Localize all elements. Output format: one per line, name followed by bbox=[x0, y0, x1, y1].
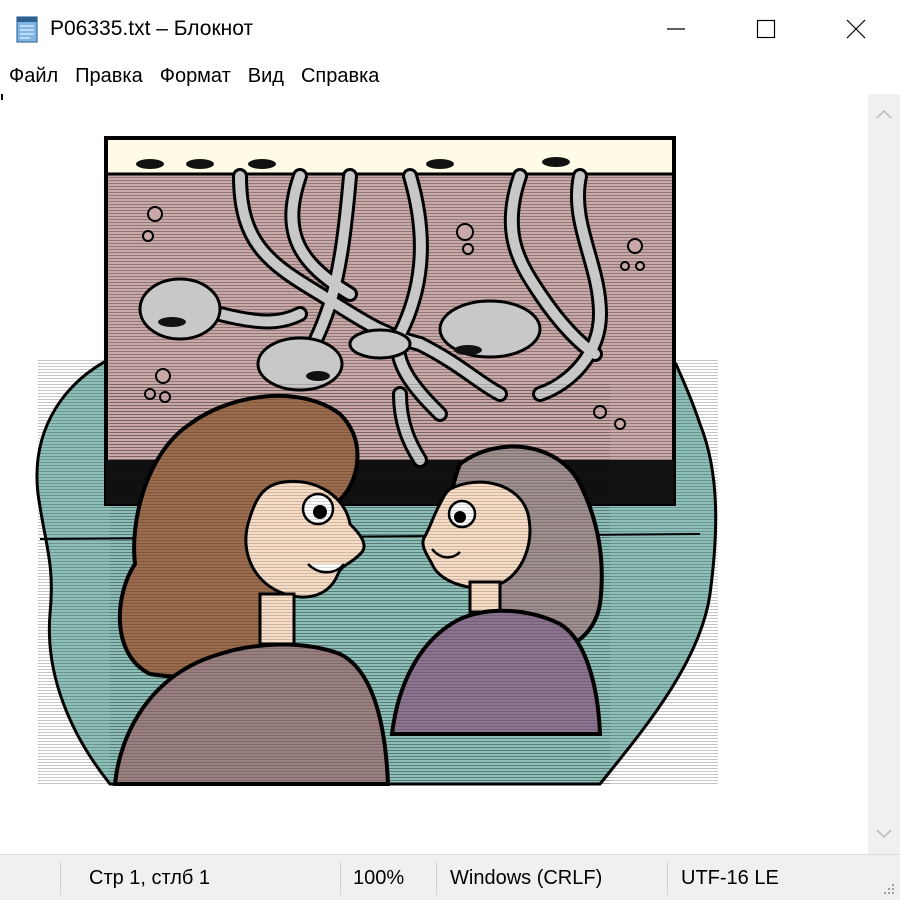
line-endings: Windows (CRLF) bbox=[450, 867, 603, 889]
window-title: P06335.txt – Блокнот bbox=[50, 17, 254, 40]
minimize-button[interactable] bbox=[630, 0, 722, 58]
maximize-button[interactable] bbox=[720, 0, 812, 58]
scroll-down-button[interactable] bbox=[868, 814, 900, 854]
maximize-icon bbox=[756, 19, 776, 39]
menu-file[interactable]: Файл bbox=[0, 58, 66, 94]
notepad-icon bbox=[16, 16, 38, 43]
status-bar: Стр 1, стлб 1 100% Windows (CRLF) UTF-16… bbox=[0, 854, 900, 900]
minimize-icon bbox=[667, 28, 685, 30]
menu-bar: Файл Правка Формат Вид Справка bbox=[0, 58, 900, 94]
sky-strip bbox=[108, 140, 672, 174]
chevron-down-icon bbox=[876, 829, 892, 839]
menu-view[interactable]: Вид bbox=[239, 58, 292, 94]
resize-grip-icon[interactable] bbox=[882, 882, 896, 896]
menu-edit[interactable]: Правка bbox=[66, 58, 151, 94]
chevron-up-icon bbox=[876, 109, 892, 119]
menu-format[interactable]: Формат bbox=[151, 58, 239, 94]
text-caret bbox=[1, 94, 3, 100]
scroll-up-button[interactable] bbox=[868, 94, 900, 134]
status-separator bbox=[60, 861, 61, 895]
encoding: UTF-16 LE bbox=[681, 867, 779, 889]
status-separator bbox=[436, 861, 437, 895]
close-icon bbox=[846, 19, 866, 39]
menu-help[interactable]: Справка bbox=[292, 58, 387, 94]
title-bar[interactable]: P06335.txt – Блокнот bbox=[0, 0, 900, 58]
status-separator bbox=[340, 861, 341, 895]
zoom-level: 100% bbox=[353, 867, 405, 889]
close-button[interactable] bbox=[810, 0, 900, 58]
vertical-scrollbar[interactable] bbox=[868, 94, 900, 854]
ant-farm-picture bbox=[35, 136, 718, 786]
status-separator bbox=[667, 861, 668, 895]
text-area[interactable] bbox=[0, 94, 868, 854]
cursor-position: Стр 1, стлб 1 bbox=[89, 867, 211, 889]
